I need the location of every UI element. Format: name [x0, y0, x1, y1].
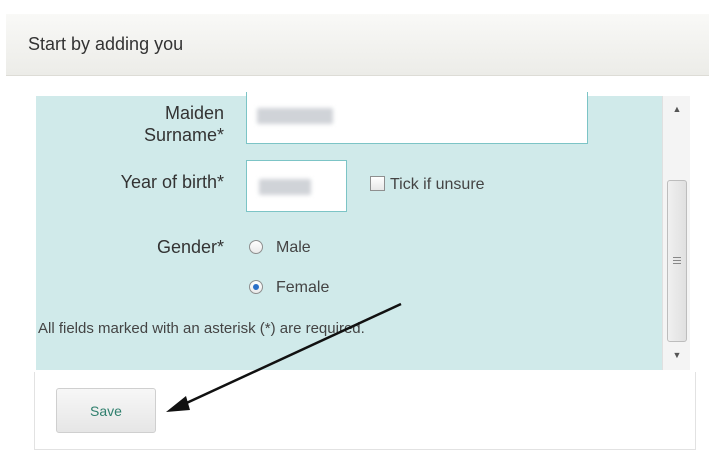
gender-option-female[interactable]: Female — [276, 279, 329, 297]
dialog-title: Start by adding you — [28, 34, 184, 54]
dialog-header: Start by adding you — [6, 14, 709, 76]
redacted-value — [259, 179, 311, 195]
maiden-surname-label-line1: Maiden — [164, 103, 224, 123]
vertical-scrollbar[interactable]: ▲ ▼ — [662, 96, 690, 370]
maiden-surname-label: Maiden Surname* — [144, 102, 224, 146]
maiden-surname-label-line2: Surname* — [143, 125, 224, 145]
scroll-up-arrow-icon[interactable]: ▲ — [663, 104, 691, 114]
form-panel: Maiden Surname* Year of birth* Tick if u… — [36, 92, 662, 370]
grip-line — [673, 257, 681, 258]
gender-radio-female[interactable] — [249, 280, 263, 294]
scroll-down-arrow-icon[interactable]: ▼ — [663, 350, 691, 360]
gender-label: Gender* — [156, 237, 224, 257]
save-button[interactable]: Save — [56, 388, 156, 433]
dialog-footer: Save — [34, 372, 696, 450]
redacted-value — [257, 108, 333, 124]
unsure-checkbox[interactable] — [370, 176, 385, 191]
grip-line — [673, 260, 681, 261]
maiden-surname-input[interactable] — [246, 92, 588, 144]
year-of-birth-input[interactable] — [246, 160, 347, 212]
scroll-thumb[interactable] — [667, 180, 687, 342]
gender-option-male[interactable]: Male — [276, 239, 311, 257]
gender-radio-male[interactable] — [249, 240, 263, 254]
year-of-birth-label: Year of birth* — [120, 172, 224, 192]
unsure-label[interactable]: Tick if unsure — [390, 176, 485, 194]
grip-line — [673, 263, 681, 264]
required-fields-note: All fields marked with an asterisk (*) a… — [38, 320, 365, 337]
